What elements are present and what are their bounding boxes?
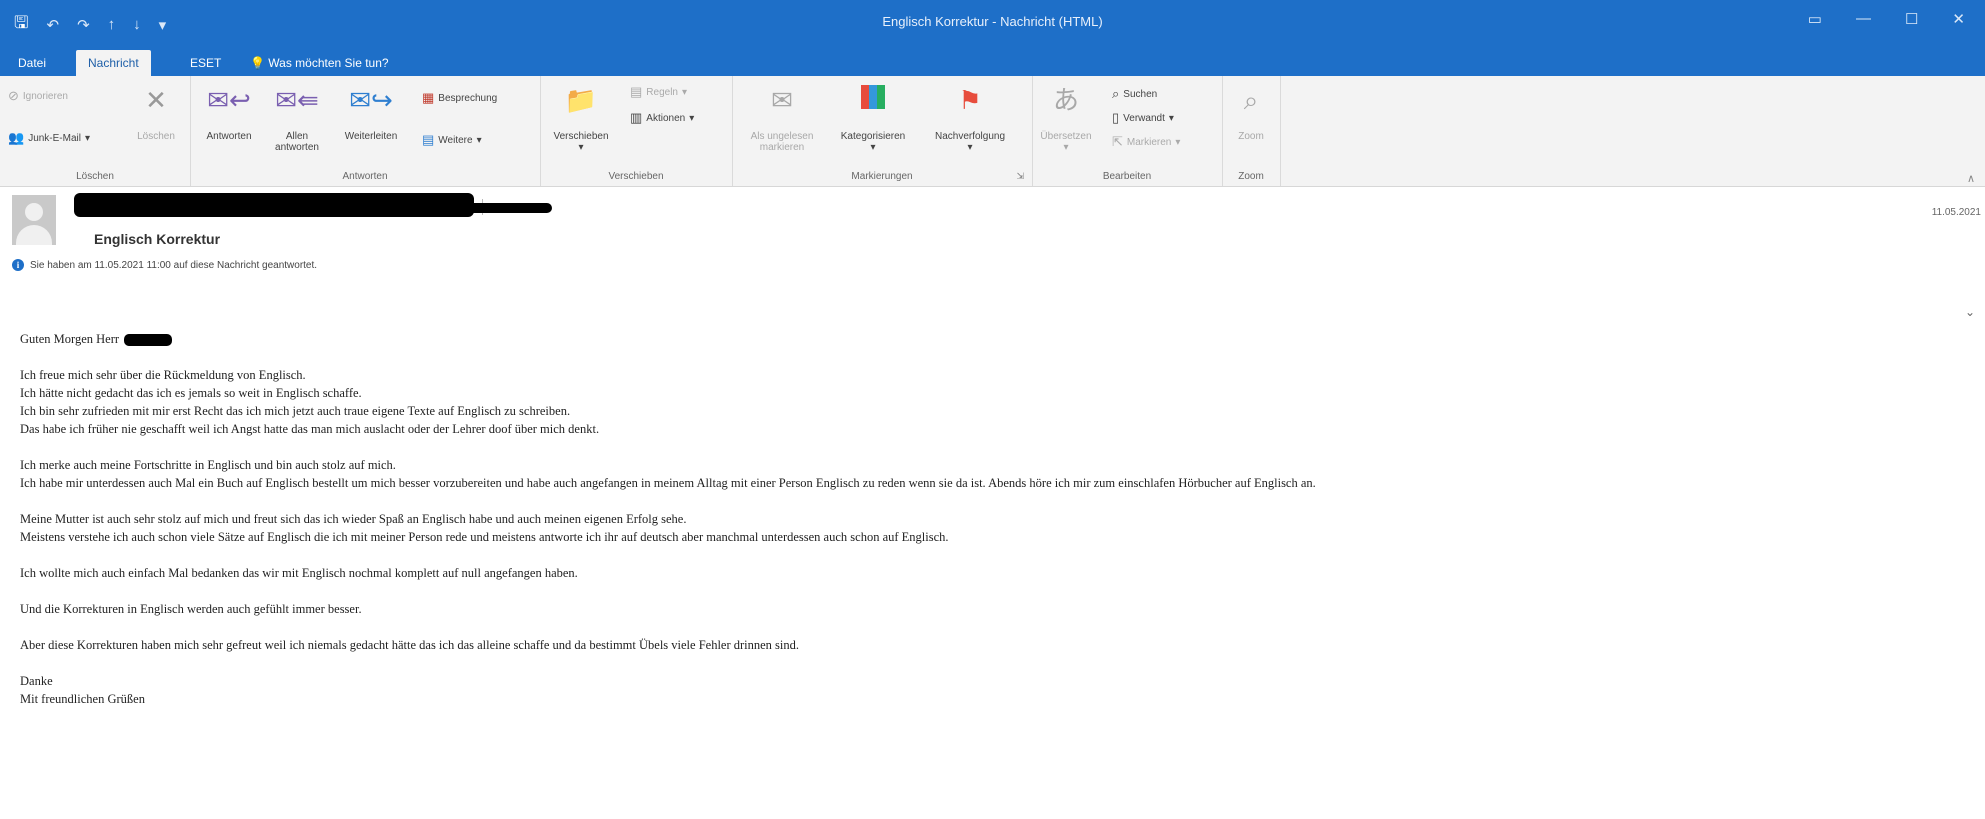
forward-button[interactable]: ✉↪ Weiterleiten [336, 84, 406, 142]
avatar [12, 195, 56, 245]
more-respond-button[interactable]: ▤ Weitere ▾ [422, 132, 482, 148]
translate-icon: あ [1052, 85, 1079, 115]
folder-move-icon: 📁 [564, 85, 598, 115]
flag-icon: ⚑ [958, 85, 982, 115]
ribbon: ⊘ Ignorieren 👥 Junk-E-Mail ▾ ✕ Löschen Lösc… [0, 76, 1985, 187]
message-date: 11.05.2021 [1931, 207, 1981, 218]
translate-button[interactable]: あ Übersetzen ▾ [1038, 84, 1094, 153]
ribbon-tabs: Datei Nachricht ESET 💡 Was möchten Sie t… [0, 46, 1985, 76]
group-zoom: ⌕ Zoom Zoom [1222, 76, 1281, 186]
categorize-icon [828, 84, 918, 116]
related-button[interactable]: ▯ Verwandt ▾ [1112, 110, 1174, 126]
delete-x-icon: ✕ [145, 85, 167, 115]
rules-icon: ▤ [630, 84, 643, 99]
close-icon[interactable]: ✕ [1952, 10, 1965, 28]
group-verschieben: 📁 Verschieben ▾ ▤ Regeln ▾ ▥ Aktionen ▾ Vers… [540, 76, 733, 186]
group-bearbeiten: あ Übersetzen ▾ ⌕ Suchen ▯ Verwandt ▾ ⇱ Marki… [1032, 76, 1223, 186]
paragraph-6: Aber diese Korrekturen haben mich sehr g… [20, 638, 800, 652]
forward-icon: ✉↪ [349, 85, 393, 115]
expand-header-icon[interactable]: ⌄ [1965, 305, 1975, 319]
paragraph-1: Ich freue mich sehr über die Rückmeldung… [20, 368, 600, 436]
group-markierungen: ✉ Als ungelesen markieren Kategorisieren… [732, 76, 1033, 186]
closing: Danke Mit freundlichen Grüßen [20, 674, 145, 706]
redacted-recipient [464, 203, 552, 213]
reply-info-bar[interactable]: i Sie haben am 11.05.2021 11:00 auf dies… [12, 259, 317, 271]
junk-mail-icon: 👥 [8, 130, 25, 145]
dialog-launcher-icon[interactable]: ⇲ [1016, 171, 1024, 182]
select-button[interactable]: ⇱ Markieren ▾ [1112, 134, 1180, 150]
paragraph-2: Ich merke auch meine Fortschritte in Eng… [20, 458, 1316, 490]
lightbulb-icon: 💡 [250, 56, 265, 70]
message-body: Guten Morgen Herr Ich freue mich sehr üb… [20, 330, 1960, 726]
group-loeschen: ⊘ Ignorieren 👥 Junk-E-Mail ▾ ✕ Löschen Lösc… [0, 76, 191, 186]
reply-icon: ✉↩ [207, 85, 251, 115]
meeting-button[interactable]: ▦ Besprechung [422, 90, 497, 106]
tab-tell-me[interactable]: 💡 Was möchten Sie tun? [238, 50, 401, 76]
greeting-line: Guten Morgen Herr [20, 330, 1960, 348]
window-controls: ▭ — ☐ ✕ [1808, 10, 1965, 28]
junk-email-button[interactable]: 👥 Junk-E-Mail ▾ [8, 130, 90, 146]
message-header: Englisch Korrektur 11.05.2021 i Sie habe… [0, 187, 1985, 319]
paragraph-3: Meine Mutter ist auch sehr stolz auf mic… [20, 512, 949, 544]
ignore-icon: ⊘ [8, 88, 19, 103]
search-button[interactable]: ⌕ Suchen [1112, 86, 1157, 102]
window-title: Englisch Korrektur - Nachricht (HTML) [882, 14, 1103, 29]
actions-button[interactable]: ▥ Aktionen ▾ [630, 110, 694, 126]
ribbon-display-options-icon[interactable]: ▭ [1808, 10, 1822, 28]
mark-unread-button[interactable]: ✉ Als ungelesen markieren [738, 84, 826, 153]
reply-all-icon: ✉⇚ [275, 85, 319, 115]
tab-eset[interactable]: ESET [178, 50, 233, 76]
reply-all-button[interactable]: ✉⇚ Allen antworten [268, 84, 326, 153]
related-icon: ▯ [1112, 110, 1120, 125]
tab-datei[interactable]: Datei [6, 50, 58, 76]
mark-unread-icon: ✉ [771, 85, 793, 115]
tab-nachricht[interactable]: Nachricht [76, 50, 151, 76]
followup-button[interactable]: ⚑ Nachverfolgung ▾ [920, 84, 1020, 153]
calendar-icon: ▦ [422, 90, 435, 105]
collapse-ribbon-icon[interactable]: ∧ [1967, 172, 1975, 185]
actions-icon: ▥ [630, 110, 643, 125]
ignore-button[interactable]: ⊘ Ignorieren [8, 88, 68, 104]
paragraph-5: Und die Korrekturen in Englisch werden a… [20, 602, 362, 616]
maximize-icon[interactable]: ☐ [1905, 10, 1918, 28]
rules-button[interactable]: ▤ Regeln ▾ [630, 84, 687, 100]
group-antworten: ✉↩ Antworten ✉⇚ Allen antworten ✉↪ Weite… [190, 76, 541, 186]
title-bar: 🖫 ↶ ↷ ↑ ↓ ▾ Englisch Korrektur - Nachric… [0, 0, 1985, 46]
minimize-icon[interactable]: — [1856, 10, 1871, 28]
categorize-button[interactable]: Kategorisieren ▾ [828, 84, 918, 153]
zoom-icon: ⌕ [1243, 85, 1259, 115]
zoom-button[interactable]: ⌕ Zoom [1226, 84, 1276, 142]
paragraph-4: Ich wollte mich auch einfach Mal bedanke… [20, 566, 578, 580]
move-button[interactable]: 📁 Verschieben ▾ [546, 84, 616, 153]
redacted-sender [74, 193, 474, 217]
select-icon: ⇱ [1112, 134, 1123, 149]
message-subject: Englisch Korrektur [94, 231, 221, 247]
info-icon: i [12, 259, 24, 271]
delete-button[interactable]: ✕ Löschen [128, 84, 184, 142]
redacted-name [124, 334, 173, 347]
search-icon: ⌕ [1112, 86, 1120, 101]
reply-button[interactable]: ✉↩ Antworten [198, 84, 260, 142]
more-respond-icon: ▤ [422, 132, 435, 147]
